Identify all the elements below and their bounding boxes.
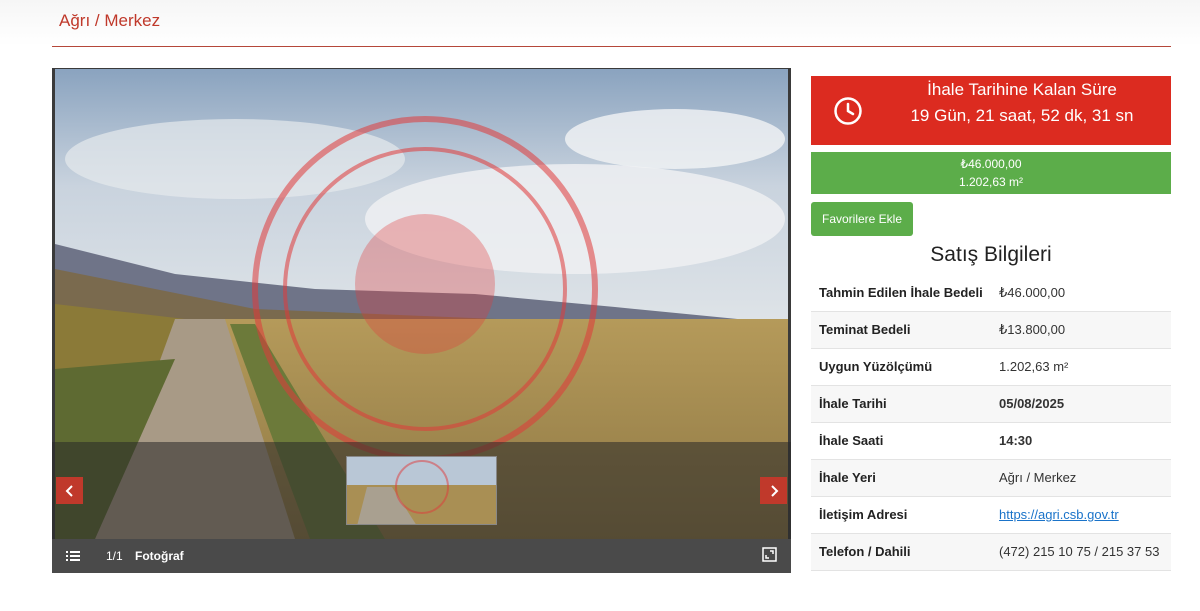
photo-counter: 1/1 (106, 549, 123, 563)
row-label: Uygun Yüzölçümü (811, 348, 991, 386)
row-value: 14:30 (991, 422, 1171, 460)
table-row: Teminat Bedeli ₺13.800,00 (811, 311, 1171, 349)
price-amount: ₺46.000,00 (960, 157, 1022, 171)
table-row: Telefon / Dahili (472) 215 10 75 / 215 3… (811, 533, 1171, 571)
row-value: Ağrı / Merkez (991, 459, 1171, 497)
breadcrumb[interactable]: Ağrı / Merkez (59, 11, 160, 31)
table-row: Tahmin Edilen İhale Bedeli ₺46.000,00 (811, 275, 1171, 312)
table-row: İhale Tarihi 05/08/2025 (811, 385, 1171, 423)
table-row: İhale Saati 14:30 (811, 422, 1171, 460)
table-row: Uygun Yüzölçümü 1.202,63 m² (811, 348, 1171, 386)
photo-label: Fotoğraf (135, 549, 184, 563)
row-label: Teminat Bedeli (811, 311, 991, 349)
countdown-title: İhale Tarihine Kalan Süre (927, 80, 1117, 99)
row-label: Tahmin Edilen İhale Bedeli (811, 275, 991, 312)
sales-info-table: Tahmin Edilen İhale Bedeli ₺46.000,00 Te… (811, 275, 1171, 571)
row-label: Telefon / Dahili (811, 533, 991, 571)
price-summary: ₺46.000,00 1.202,63 m² (811, 152, 1171, 194)
divider (52, 46, 1171, 47)
row-value: (472) 215 10 75 / 215 37 53 (991, 533, 1171, 571)
thumbnail-strip (52, 442, 791, 539)
countdown-panel: İhale Tarihine Kalan Süre 19 Gün, 21 saa… (811, 76, 1171, 145)
countdown-value: 19 Gün, 21 saat, 52 dk, 31 sn (910, 106, 1134, 125)
table-row: İhale Yeri Ağrı / Merkez (811, 459, 1171, 497)
price-area: 1.202,63 m² (958, 175, 1024, 189)
row-value: ₺46.000,00 (991, 275, 1171, 312)
list-icon[interactable] (66, 549, 80, 567)
gallery-footer: 1/1 Fotoğraf (52, 539, 791, 573)
row-value: 1.202,63 m² (991, 348, 1171, 386)
fullscreen-icon[interactable] (762, 547, 777, 567)
add-favorites-button[interactable]: Favorilere Ekle (811, 202, 913, 236)
row-label: İletişim Adresi (811, 496, 991, 534)
row-value: ₺13.800,00 (991, 311, 1171, 349)
top-bar (0, 0, 1200, 46)
row-label: İhale Yeri (811, 459, 991, 497)
photo-gallery: 1/1 Fotoğraf (52, 68, 791, 573)
row-label: İhale Saati (811, 422, 991, 460)
table-row: İletişim Adresi https://agri.csb.gov.tr (811, 496, 1171, 534)
row-value: 05/08/2025 (991, 385, 1171, 423)
next-photo-button[interactable] (760, 477, 787, 504)
chevron-right-icon (770, 484, 778, 497)
contact-address-link[interactable]: https://agri.csb.gov.tr (999, 507, 1119, 522)
sales-info-title: Satış Bilgileri (930, 243, 1052, 266)
photo-thumbnail[interactable] (346, 456, 497, 525)
row-label: İhale Tarihi (811, 385, 991, 423)
chevron-left-icon (65, 484, 73, 497)
previous-photo-button[interactable] (56, 477, 83, 504)
